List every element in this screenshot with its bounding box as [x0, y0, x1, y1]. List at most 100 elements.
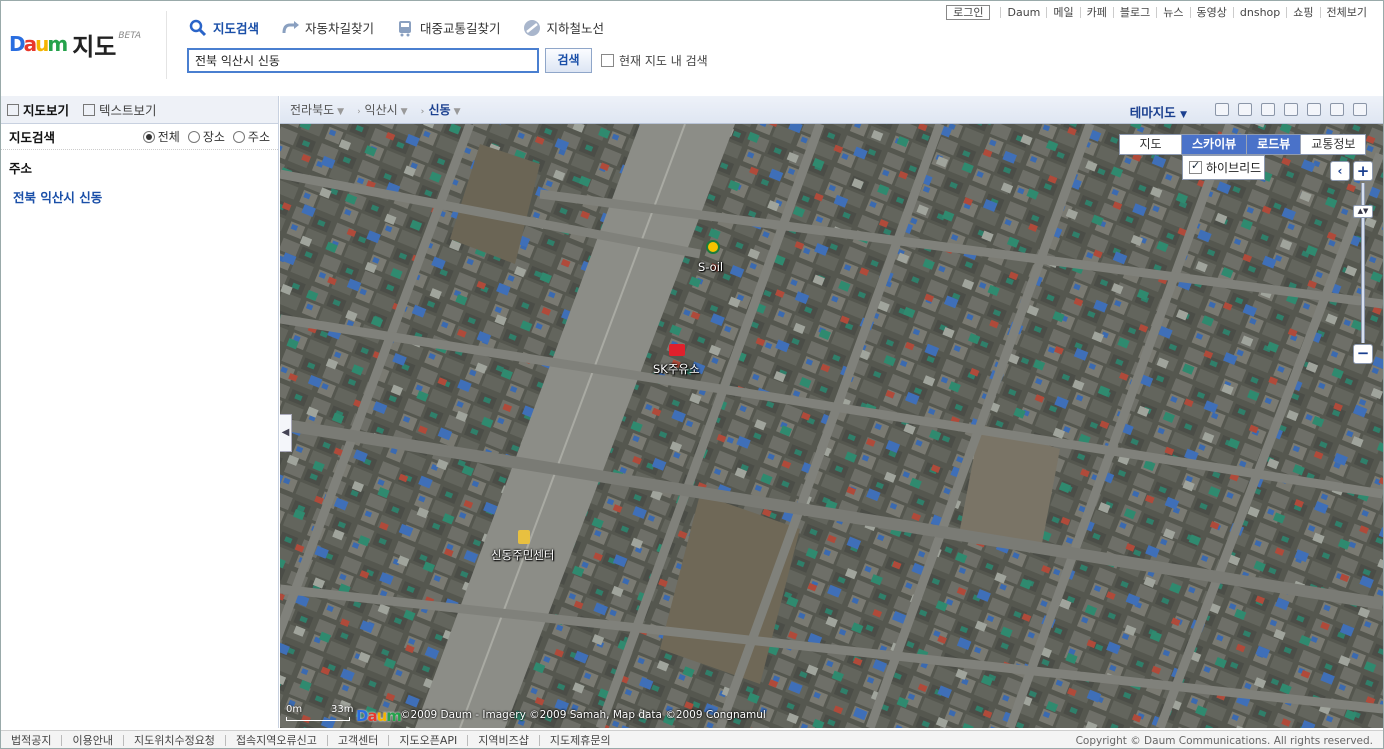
breadcrumb-dong[interactable]: › 신동 ▼ [418, 101, 461, 118]
theme-map-label: 테마지도 [1129, 105, 1176, 120]
map-type-roadview[interactable]: 로드뷰 [1246, 135, 1301, 154]
mail-icon[interactable] [1261, 103, 1275, 116]
search-button[interactable]: 검색 [545, 48, 592, 73]
footer-copyright: Copyright © Daum Communications. All rig… [1075, 735, 1373, 747]
gas-station-icon[interactable] [669, 344, 685, 356]
toplink-all[interactable]: 전체보기 [1319, 7, 1373, 18]
footer-link-support[interactable]: 고객센터 [326, 735, 388, 746]
toplink-mail[interactable]: 메일 [1046, 7, 1079, 18]
hybrid-checkbox[interactable] [1189, 159, 1202, 174]
footer-link-legal[interactable]: 법적공지 [1, 735, 61, 746]
print-icon[interactable] [1284, 103, 1298, 116]
chevron-right-icon: › [357, 107, 361, 117]
toplink-daum[interactable]: Daum [1000, 7, 1046, 18]
community-center-icon[interactable] [518, 530, 530, 544]
pan-left-button[interactable]: ‹ [1330, 161, 1350, 181]
logo-title: 지도 [72, 32, 117, 61]
login-button[interactable]: 로그인 [946, 5, 991, 20]
zoom-in-button[interactable]: + [1353, 161, 1373, 181]
logo-divider [166, 11, 167, 79]
zoom-slider-handle[interactable]: ▲▼ [1353, 205, 1373, 218]
main-nav: 지도검색 자동차길찾기 대중교통길찾기 지하철노선 [189, 18, 604, 37]
poi-label-sk[interactable]: SK주유소 [653, 361, 700, 377]
header: Daum 지도 BETA 지도검색 자동차길찾기 대중교통길찾기 지하철노선 전… [1, 1, 1383, 96]
radio-place[interactable]: 장소 [187, 128, 225, 145]
satellite-map[interactable]: S-oil SK주유소 신동주민센터 [280, 124, 1383, 728]
footer-link-partnership[interactable]: 지도제휴문의 [538, 735, 621, 746]
nav-label: 자동차길찾기 [305, 21, 375, 36]
tab-label: 텍스트보기 [99, 103, 157, 118]
map-type-traffic[interactable]: 교통정보 [1300, 135, 1366, 154]
scale-end-label: 33m [331, 704, 354, 715]
map-tool-icons [1215, 103, 1367, 116]
nav-label: 지도검색 [213, 21, 260, 36]
save-icon[interactable] [1238, 103, 1252, 116]
footer: 법적공지 이용안내 지도위치수정요청 접속지역오류신고 고객센터 지도오픈API… [1, 730, 1383, 748]
subway-icon [523, 19, 541, 37]
tab-text-view[interactable]: 텍스트보기 [83, 100, 157, 119]
theme-map-dropdown[interactable]: 테마지도 ▼ [1130, 102, 1187, 121]
magnifier-icon [189, 19, 207, 37]
hybrid-option[interactable]: 하이브리드 [1182, 155, 1265, 180]
zoom-out-button[interactable]: − [1353, 344, 1373, 364]
radio-address-dot[interactable] [232, 130, 245, 143]
toplink-dnshop[interactable]: dnshop [1232, 7, 1286, 18]
radio-address[interactable]: 주소 [232, 128, 270, 145]
nav-car-route[interactable]: 자동차길찾기 [281, 18, 374, 37]
toplink-shopping[interactable]: 쇼핑 [1286, 7, 1319, 18]
breadcrumb-province[interactable]: 전라북도 ▼ [290, 101, 344, 118]
refresh-icon[interactable] [1353, 103, 1367, 116]
tab-map-view[interactable]: 지도보기 [7, 100, 69, 119]
map-type-skyview[interactable]: 스카이뷰 [1181, 135, 1247, 154]
chevron-right-icon: › [420, 107, 425, 117]
breadcrumb-city[interactable]: › 익산시 ▼ [354, 101, 407, 118]
nav-label: 대중교통길찾기 [420, 21, 501, 36]
download-icon[interactable] [1215, 103, 1229, 116]
footer-link-open-api[interactable]: 지도오픈API [388, 735, 467, 746]
radio-label: 주소 [247, 130, 270, 144]
bus-icon [396, 19, 414, 37]
map-type-map[interactable]: 지도 [1120, 135, 1181, 154]
radio-place-dot[interactable] [187, 130, 200, 143]
footer-link-region-error[interactable]: 접속지역오류신고 [224, 735, 327, 746]
crumb-label: 신동 [428, 103, 451, 117]
area-icon[interactable] [1330, 103, 1344, 116]
map-copyright: ©2009 Daum - Imagery ©2009 Samah, Map da… [400, 709, 766, 721]
footer-link-bizshop[interactable]: 지역비즈샵 [467, 735, 539, 746]
nav-map-search[interactable]: 지도검색 [189, 18, 259, 37]
map-type-switcher: 지도 스카이뷰 로드뷰 교통정보 [1119, 134, 1367, 155]
scale-start-label: 0m [286, 704, 303, 715]
left-panel: 지도보기 텍스트보기 지도검색 전체 장소 주소 주소 전북 익산시 신동 [1, 96, 279, 728]
toplink-cafe[interactable]: 카페 [1079, 7, 1113, 18]
poi-label-community-center[interactable]: 신동주민센터 [491, 547, 554, 563]
search-in-map-option[interactable]: 현재 지도 내 검색 [601, 52, 708, 69]
map-toolbar: 전라북도 ▼ › 익산시 ▼ › 신동 ▼ 테마지도 ▼ [280, 96, 1383, 124]
toplink-video[interactable]: 동영상 [1189, 7, 1233, 18]
radio-all[interactable]: 전체 [142, 128, 180, 145]
crumb-label: 익산시 [364, 103, 398, 117]
app-window: Daum 지도 BETA 지도검색 자동차길찾기 대중교통길찾기 지하철노선 전… [0, 0, 1384, 749]
result-address-link[interactable]: 전북 익산시 신동 [1, 177, 278, 216]
distance-icon[interactable] [1307, 103, 1321, 116]
poi-label-soil[interactable]: S-oil [698, 260, 723, 274]
tab-label: 지도보기 [23, 103, 70, 118]
map-view-icon [7, 103, 19, 116]
nav-transit-route[interactable]: 대중교통길찾기 [396, 18, 501, 37]
list-icon [83, 103, 96, 116]
chevron-down-icon: ▼ [400, 107, 408, 117]
satellite-imagery [280, 124, 1383, 728]
footer-link-location-fix[interactable]: 지도위치수정요청 [122, 735, 225, 746]
radio-all-dot[interactable] [142, 130, 155, 143]
crumb-label: 전라북도 [290, 103, 335, 117]
top-links: 로그인 Daum 메일 카페 블로그 뉴스 동영상 dnshop 쇼핑 전체보기 [946, 5, 1373, 20]
daum-map-logo[interactable]: Daum 지도 BETA [9, 27, 141, 61]
toplink-news[interactable]: 뉴스 [1156, 7, 1189, 18]
search-in-map-checkbox[interactable] [601, 54, 614, 67]
gas-station-icon[interactable] [706, 240, 720, 254]
scale-bar [286, 717, 350, 721]
nav-subway[interactable]: 지하철노선 [523, 18, 604, 37]
footer-link-guide[interactable]: 이용안내 [61, 735, 122, 746]
toplink-blog[interactable]: 블로그 [1112, 7, 1156, 18]
collapse-panel-button[interactable]: ◀ [280, 414, 292, 452]
search-input[interactable] [187, 48, 539, 73]
